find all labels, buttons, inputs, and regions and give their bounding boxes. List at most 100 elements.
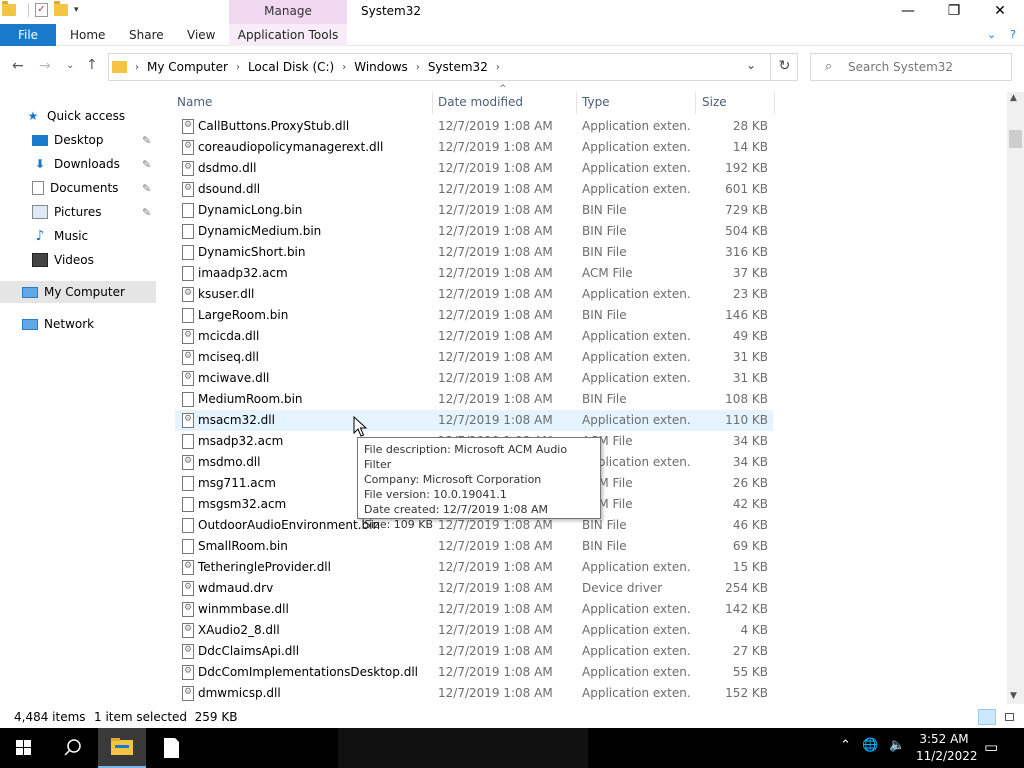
column-header-type[interactable]: Type: [582, 92, 610, 112]
expand-ribbon-icon[interactable]: ⌄: [987, 28, 996, 41]
start-button[interactable]: [0, 728, 48, 768]
chevron-right-icon[interactable]: ›: [416, 62, 420, 73]
pin-icon[interactable]: ✎: [142, 134, 151, 147]
file-type: BIN File: [582, 203, 627, 217]
breadcrumb-system32[interactable]: System32: [428, 60, 488, 74]
file-size: 46 KB: [732, 518, 768, 532]
tab-home[interactable]: Home: [70, 24, 105, 46]
column-header-name[interactable]: Name: [177, 92, 212, 112]
large-icons-view-button[interactable]: [1000, 709, 1018, 725]
file-row[interactable]: msacm32.dll 12/7/2019 1:08 AM Application …: [175, 410, 773, 431]
search-taskbar-button[interactable]: [48, 728, 96, 768]
column-divider[interactable]: [774, 92, 775, 114]
file-explorer-taskbar-button[interactable]: [98, 728, 146, 768]
file-row[interactable]: mciseq.dll 12/7/2019 1:08 AM Application e…: [175, 347, 773, 368]
details-view-button[interactable]: [978, 709, 996, 725]
file-row[interactable]: dmwmicsp.dll 12/7/2019 1:08 AM Application…: [175, 683, 773, 704]
chevron-right-icon[interactable]: ›: [342, 62, 346, 73]
help-icon[interactable]: ?: [1010, 28, 1016, 41]
file-row[interactable]: dsound.dll 12/7/2019 1:08 AM Application e…: [175, 179, 773, 200]
scroll-down-icon[interactable]: ▼: [1010, 691, 1017, 701]
file-row[interactable]: ksuser.dll 12/7/2019 1:08 AM Application e…: [175, 284, 773, 305]
chevron-right-icon[interactable]: ›: [236, 62, 240, 73]
file-row[interactable]: imaadp32.acm 12/7/2019 1:08 AM ACM File 37 …: [175, 263, 773, 284]
file-name: SmallRoom.bin: [198, 539, 288, 553]
new-folder-icon[interactable]: [54, 1, 68, 16]
clock[interactable]: 3:52 AM 11/2/2022: [916, 731, 978, 765]
address-dropdown-icon[interactable]: ⌄: [746, 58, 756, 72]
file-row[interactable]: DdcComImplementationsDesktop.dll 12/7/201…: [175, 662, 773, 683]
file-row[interactable]: wdmaud.drv 12/7/2019 1:08 AM Device driver…: [175, 578, 773, 599]
up-arrow-icon[interactable]: ↑: [86, 57, 98, 73]
pin-icon[interactable]: ✎: [142, 158, 151, 171]
file-row[interactable]: MediumRoom.bin 12/7/2019 1:08 AM BIN File 1…: [175, 389, 773, 410]
file-row[interactable]: mciwave.dll 12/7/2019 1:08 AM Application …: [175, 368, 773, 389]
file-row[interactable]: CallButtons.ProxyStub.dll 12/7/2019 1:08 …: [175, 116, 773, 137]
pin-icon[interactable]: ✎: [142, 206, 151, 219]
file-row[interactable]: DynamicShort.bin 12/7/2019 1:08 AM BIN Fil…: [175, 242, 773, 263]
nav-downloads[interactable]: ⬇ Downloads: [32, 153, 188, 175]
search-input[interactable]: [848, 57, 1008, 77]
network-globe-icon[interactable]: 🌐: [862, 738, 878, 753]
file-size: 28 KB: [732, 119, 768, 133]
toolbar-divider: [28, 3, 29, 17]
nav-videos[interactable]: Videos: [32, 249, 188, 271]
tab-file[interactable]: File: [0, 24, 56, 46]
recent-locations-chevron-icon[interactable]: ⌄: [66, 60, 74, 71]
file-row[interactable]: DynamicLong.bin 12/7/2019 1:08 AM BIN File…: [175, 200, 773, 221]
notepad-taskbar-button[interactable]: [147, 728, 195, 768]
breadcrumb-windows[interactable]: Windows: [354, 60, 408, 74]
chevron-up-icon[interactable]: ⌃: [840, 738, 851, 753]
vertical-scrollbar[interactable]: [1007, 92, 1024, 704]
file-row[interactable]: mcicda.dll 12/7/2019 1:08 AM Application e…: [175, 326, 773, 347]
file-row[interactable]: DdcClaimsApi.dll 12/7/2019 1:08 AM Applica…: [175, 641, 773, 662]
maximize-button[interactable]: ❐: [931, 0, 977, 24]
file-row[interactable]: DynamicMedium.bin 12/7/2019 1:08 AM BIN Fi…: [175, 221, 773, 242]
column-divider[interactable]: [576, 92, 577, 114]
chevron-right-icon[interactable]: ›: [496, 62, 500, 73]
file-row[interactable]: coreaudiopolicymanagerext.dll 12/7/2019 1…: [175, 137, 773, 158]
column-divider[interactable]: [695, 92, 696, 114]
pin-icon[interactable]: ✎: [142, 182, 151, 195]
nav-music[interactable]: ♪ Music: [32, 225, 188, 247]
tab-application-tools[interactable]: Application Tools: [229, 24, 347, 46]
column-header-date[interactable]: Date modified: [438, 92, 523, 112]
file-icon: [182, 245, 194, 260]
file-row[interactable]: TetheringleProvider.dll 12/7/2019 1:08 AM…: [175, 557, 773, 578]
refresh-icon[interactable]: ↻: [770, 53, 798, 81]
forward-arrow-icon[interactable]: →: [39, 58, 51, 74]
nav-desktop[interactable]: Desktop: [32, 129, 188, 151]
nav-documents[interactable]: Documents: [32, 177, 188, 199]
nav-network[interactable]: Network: [22, 313, 178, 335]
file-row[interactable]: LargeRoom.bin 12/7/2019 1:08 AM BIN File 14…: [175, 305, 773, 326]
file-name: CallButtons.ProxyStub.dll: [198, 119, 350, 133]
file-row[interactable]: SmallRoom.bin 12/7/2019 1:08 AM BIN File 69…: [175, 536, 773, 557]
scrollbar-thumb[interactable]: [1009, 130, 1022, 148]
file-size: 152 KB: [725, 686, 768, 700]
file-row[interactable]: dsdmo.dll 12/7/2019 1:08 AM Application ex…: [175, 158, 773, 179]
file-icon: [182, 224, 194, 239]
tab-view[interactable]: View: [187, 24, 215, 46]
nav-quick-access[interactable]: ★ Quick access: [25, 105, 181, 127]
dll-file-icon: [182, 287, 194, 302]
column-header-size[interactable]: Size: [702, 92, 727, 112]
properties-icon[interactable]: ✓: [35, 3, 48, 17]
column-divider[interactable]: [432, 92, 433, 114]
manage-context-tab[interactable]: Manage: [229, 0, 347, 24]
nav-my-computer[interactable]: My Computer: [0, 281, 156, 303]
breadcrumb-local-disk[interactable]: Local Disk (C:): [248, 60, 334, 74]
minimize-button[interactable]: —: [885, 0, 931, 24]
scroll-up-icon[interactable]: ▲: [1010, 93, 1017, 103]
customize-toolbar-dropdown-icon[interactable]: ▾: [74, 5, 79, 15]
breadcrumb-my-computer[interactable]: My Computer: [147, 60, 228, 74]
back-arrow-icon[interactable]: ←: [12, 58, 24, 74]
tab-share[interactable]: Share: [129, 24, 164, 46]
file-row[interactable]: XAudio2_8.dll 12/7/2019 1:08 AM Applicatio…: [175, 620, 773, 641]
chevron-right-icon[interactable]: ›: [135, 62, 139, 73]
notifications-icon[interactable]: ▭: [984, 738, 998, 756]
volume-icon[interactable]: 🔈: [889, 738, 905, 753]
nav-pictures[interactable]: Pictures: [32, 201, 188, 223]
file-date: 12/7/2019 1:08 AM: [438, 224, 553, 238]
close-button[interactable]: ✕: [977, 0, 1023, 24]
file-row[interactable]: winmmbase.dll 12/7/2019 1:08 AM Applicatio…: [175, 599, 773, 620]
